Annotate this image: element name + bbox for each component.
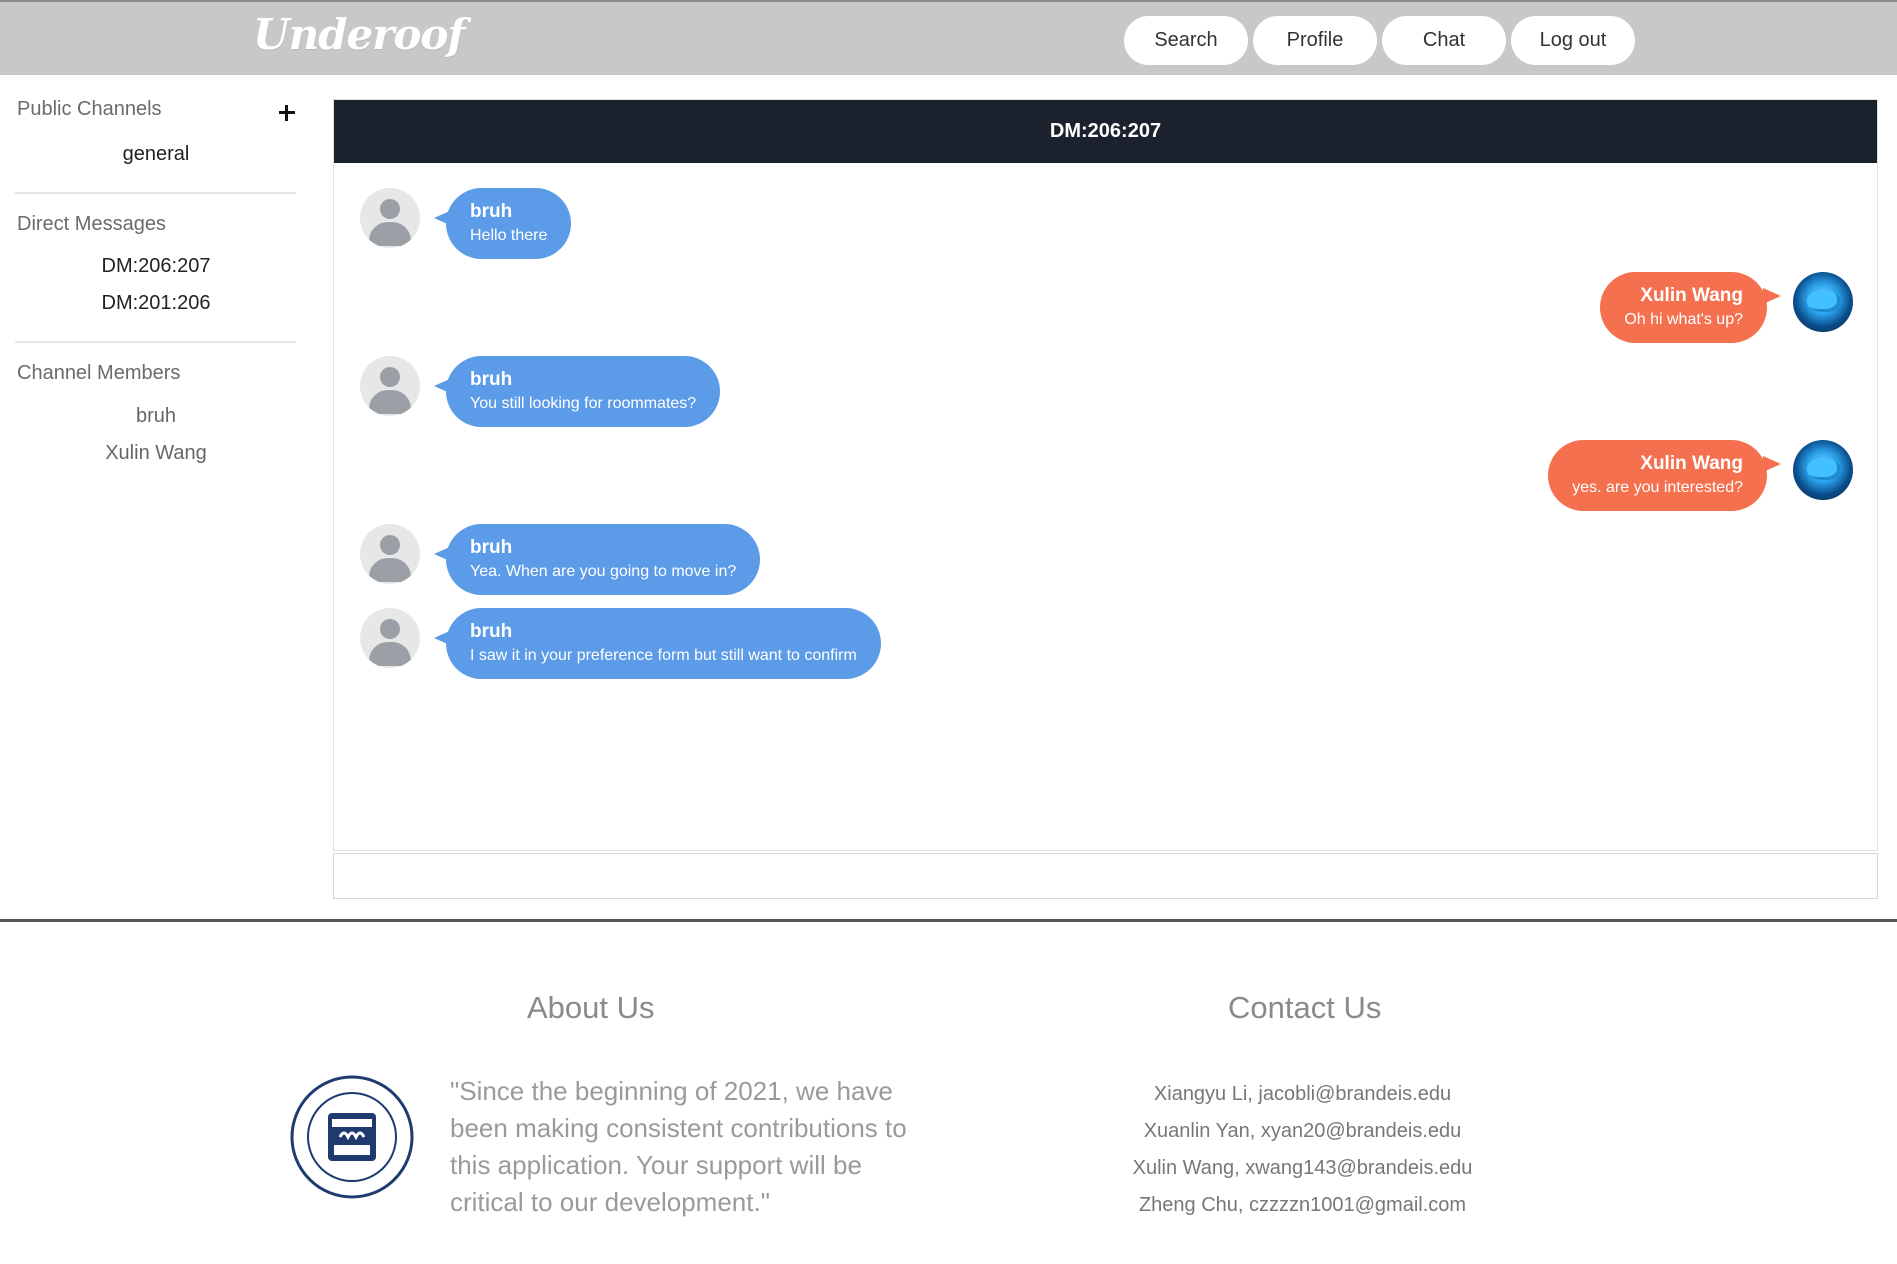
message-bubble: bruh Yea. When are you going to move in? bbox=[434, 524, 761, 595]
message-sender: bruh bbox=[470, 536, 513, 558]
about-quote: "Since the beginning of 2021, we have be… bbox=[450, 1076, 907, 1217]
contact-us-heading: Contact Us bbox=[1228, 990, 1382, 1025]
message-bubble: bruh You still looking for roommates? bbox=[434, 356, 721, 427]
sidebar-divider bbox=[15, 341, 296, 343]
search-button[interactable]: Search bbox=[1124, 16, 1248, 65]
contact-item: Xulin Wang, xwang143@brandeis.edu bbox=[1132, 1157, 1473, 1179]
message-sender: bruh bbox=[470, 200, 513, 222]
user-avatar-image bbox=[1793, 440, 1853, 500]
logout-button[interactable]: Log out bbox=[1511, 16, 1635, 65]
sidebar-item-dm-201-206[interactable]: DM:201:206 bbox=[17, 292, 295, 315]
message-text: Oh hi what's up? bbox=[1624, 310, 1743, 328]
brandeis-seal-logo bbox=[290, 1075, 414, 1199]
message-text: You still looking for roommates? bbox=[470, 394, 697, 412]
message-sender: bruh bbox=[470, 620, 513, 642]
channel-members-heading: Channel Members bbox=[17, 362, 181, 384]
message-text: Hello there bbox=[470, 226, 548, 244]
default-avatar-icon bbox=[360, 608, 420, 668]
message-input[interactable] bbox=[333, 853, 1878, 899]
main-nav: Search Profile Chat Log out bbox=[1124, 16, 1635, 65]
user-avatar-image bbox=[1793, 272, 1853, 332]
sidebar-item-dm-206-207[interactable]: DM:206:207 bbox=[17, 255, 295, 278]
default-avatar-icon bbox=[360, 524, 420, 584]
profile-button[interactable]: Profile bbox=[1253, 16, 1377, 65]
member-bruh[interactable]: bruh bbox=[17, 405, 295, 428]
chat-panel: DM:206:207 bruh Hello there Xulin Wang O… bbox=[333, 99, 1878, 851]
contact-item: Xuanlin Yan, xyan20@brandeis.edu bbox=[1143, 1120, 1462, 1142]
sidebar: Public Channels general Direct Messages … bbox=[0, 75, 310, 915]
sidebar-item-general[interactable]: general bbox=[17, 143, 295, 166]
default-avatar-icon bbox=[360, 356, 420, 416]
about-us-heading: About Us bbox=[527, 990, 655, 1025]
message-text: Yea. When are you going to move in? bbox=[470, 562, 737, 580]
add-channel-plus-icon[interactable] bbox=[277, 103, 297, 123]
message-bubble: Xulin Wang yes. are you interested? bbox=[1548, 440, 1781, 511]
chat-title: DM:206:207 bbox=[334, 100, 1877, 163]
message-text: I saw it in your preference form but sti… bbox=[470, 646, 857, 664]
app-logo[interactable]: Underoof bbox=[253, 10, 465, 59]
message-sender: bruh bbox=[470, 368, 513, 390]
sidebar-divider bbox=[15, 192, 296, 194]
public-channels-heading: Public Channels bbox=[17, 98, 162, 120]
contact-item: Zheng Chu, czzzzn1001@gmail.com bbox=[1138, 1194, 1467, 1216]
message-bubble: bruh I saw it in your preference form bu… bbox=[434, 608, 881, 679]
direct-messages-heading: Direct Messages bbox=[17, 213, 166, 235]
member-xulin-wang[interactable]: Xulin Wang bbox=[17, 442, 295, 465]
top-navbar: Underoof Search Profile Chat Log out bbox=[0, 0, 1897, 75]
message-text: yes. are you interested? bbox=[1572, 478, 1743, 496]
chat-button[interactable]: Chat bbox=[1382, 16, 1506, 65]
message-sender: Xulin Wang bbox=[1640, 452, 1743, 474]
message-bubble: Xulin Wang Oh hi what's up? bbox=[1600, 272, 1781, 343]
default-avatar-icon bbox=[360, 188, 420, 248]
footer-divider bbox=[0, 919, 1897, 922]
message-bubble: bruh Hello there bbox=[434, 188, 572, 259]
contact-item: Xiangyu Li, jacobli@brandeis.edu bbox=[1153, 1083, 1452, 1105]
message-sender: Xulin Wang bbox=[1640, 284, 1743, 306]
